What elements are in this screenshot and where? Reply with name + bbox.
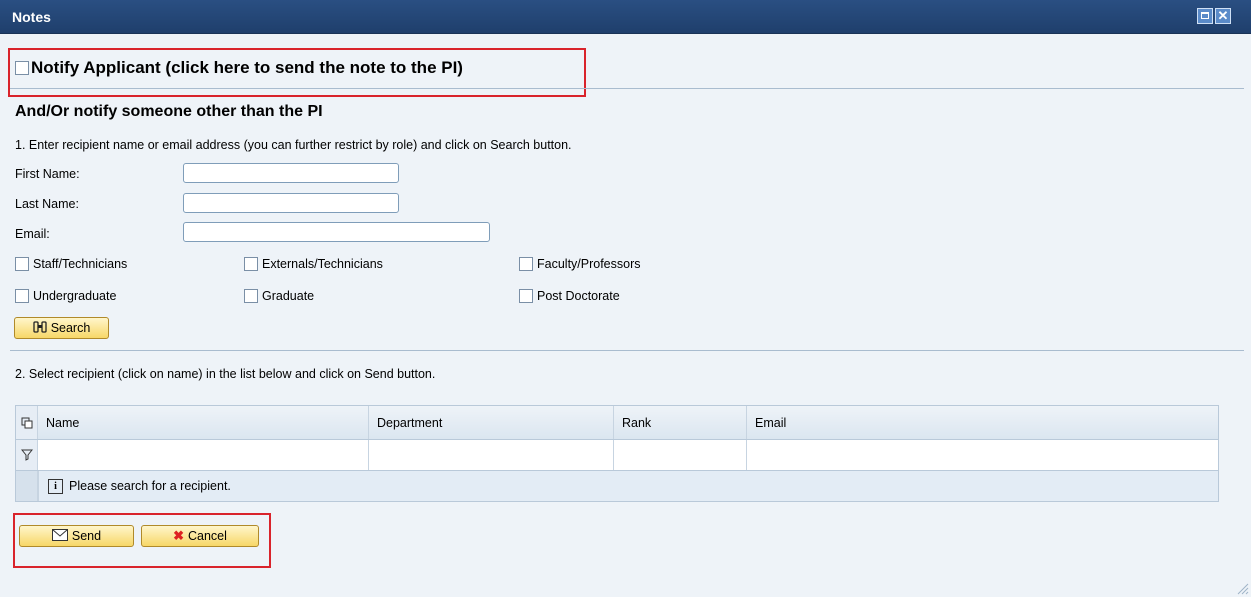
select-all-icon[interactable] — [16, 406, 38, 439]
column-header-rank[interactable]: Rank — [614, 406, 747, 439]
cancel-button[interactable]: ✖ Cancel — [141, 525, 259, 547]
info-icon: i — [48, 478, 63, 494]
row-selector — [16, 471, 38, 501]
role-checkbox-staff[interactable]: Staff/Technicians — [15, 257, 127, 271]
role-checkbox-faculty[interactable]: Faculty/Professors — [519, 257, 641, 271]
checkbox[interactable] — [519, 289, 533, 303]
search-button[interactable]: Search — [14, 317, 109, 339]
checkbox[interactable] — [519, 257, 533, 271]
step1-instruction: 1. Enter recipient name or email address… — [15, 138, 572, 152]
role-checkbox-graduate[interactable]: Graduate — [244, 289, 314, 303]
role-label: Staff/Technicians — [33, 257, 128, 271]
resize-grip-icon[interactable] — [1235, 581, 1249, 595]
cancel-button-label: Cancel — [187, 529, 227, 543]
checkbox[interactable] — [15, 289, 29, 303]
column-header-email[interactable]: Email — [747, 406, 1218, 439]
first-name-field[interactable] — [183, 163, 399, 183]
role-checkbox-undergraduate[interactable]: Undergraduate — [15, 289, 116, 303]
empty-message-text: Please search for a recipient. — [69, 479, 231, 493]
red-x-icon: ✖ — [173, 528, 184, 543]
email-field[interactable] — [183, 222, 490, 242]
binoculars-icon — [33, 320, 47, 337]
column-header-name[interactable]: Name — [38, 406, 369, 439]
notify-applicant-checkbox[interactable] — [15, 61, 29, 75]
window-titlebar: Notes ✕ — [0, 0, 1251, 34]
checkbox[interactable] — [244, 257, 258, 271]
send-button-label: Send — [71, 529, 102, 543]
section-title: And/Or notify someone other than the PI — [15, 103, 323, 120]
filter-icon[interactable] — [16, 440, 38, 470]
role-checkbox-postdoc[interactable]: Post Doctorate — [519, 289, 620, 303]
filter-row — [15, 440, 1219, 471]
notify-applicant-label[interactable]: Notify Applicant (click here to send the… — [31, 58, 463, 78]
step2-instruction: 2. Select recipient (click on name) in t… — [15, 367, 436, 381]
window-title: Notes — [12, 9, 51, 25]
empty-message-row: i Please search for a recipient. — [15, 471, 1219, 502]
role-label: Graduate — [262, 289, 315, 303]
last-name-field[interactable] — [183, 193, 399, 213]
empty-message: i Please search for a recipient. — [38, 471, 1218, 501]
role-checkbox-externals[interactable]: Externals/Technicians — [244, 257, 383, 271]
filter-cell-name[interactable] — [38, 440, 369, 470]
first-name-label: First Name: — [15, 167, 80, 181]
maximize-icon[interactable] — [1197, 8, 1213, 24]
close-icon[interactable]: ✕ — [1215, 8, 1231, 24]
filter-cell-rank[interactable] — [614, 440, 747, 470]
role-label: Externals/Technicians — [262, 257, 383, 271]
role-label: Undergraduate — [33, 289, 117, 303]
divider — [10, 88, 1244, 89]
email-label: Email: — [15, 227, 50, 241]
divider — [10, 350, 1244, 351]
filter-cell-department[interactable] — [369, 440, 614, 470]
checkbox[interactable] — [15, 257, 29, 271]
role-label: Post Doctorate — [537, 289, 620, 303]
last-name-label: Last Name: — [15, 197, 79, 211]
table-header-row: Name Department Rank Email — [15, 405, 1219, 440]
role-label: Faculty/Professors — [537, 257, 641, 271]
column-header-department[interactable]: Department — [369, 406, 614, 439]
envelope-icon — [51, 528, 68, 544]
send-button[interactable]: Send — [19, 525, 134, 547]
search-button-label: Search — [50, 321, 91, 335]
checkbox[interactable] — [244, 289, 258, 303]
filter-cell-email[interactable] — [747, 440, 1218, 470]
notify-applicant-row[interactable]: Notify Applicant (click here to send the… — [15, 58, 463, 78]
